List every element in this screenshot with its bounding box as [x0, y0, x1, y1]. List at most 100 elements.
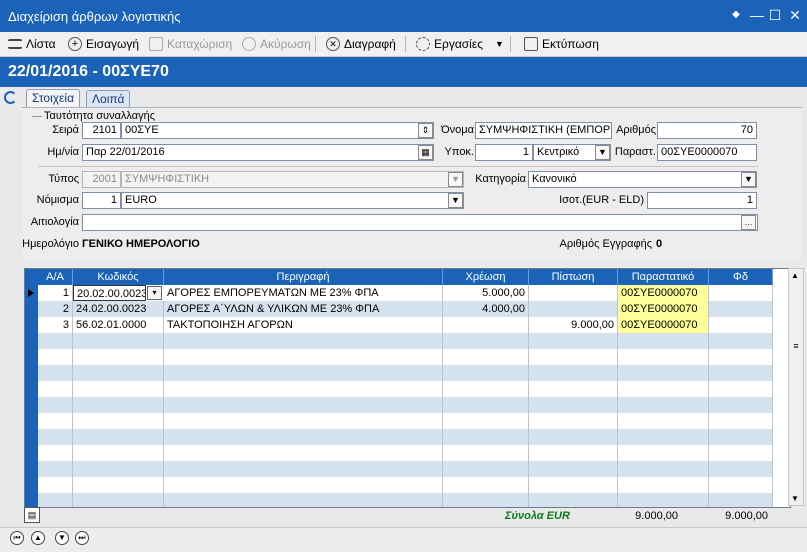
cell-code[interactable] [73, 477, 164, 493]
list-button[interactable]: Λίστα [8, 36, 56, 52]
cell-aa[interactable] [38, 413, 73, 429]
cell-aa[interactable] [38, 333, 73, 349]
cell-code[interactable] [73, 333, 164, 349]
cell-aa[interactable] [38, 365, 73, 381]
cell-code[interactable]: 20.02.00.0023 [73, 285, 146, 301]
series-code-field[interactable]: 2101 [82, 122, 121, 139]
cell-description[interactable] [164, 333, 443, 349]
pin-icon[interactable]: ◆ [727, 6, 745, 24]
cell-aa[interactable] [38, 429, 73, 445]
cell-description[interactable] [164, 477, 443, 493]
cell-aa[interactable] [38, 477, 73, 493]
cell-description[interactable] [164, 445, 443, 461]
print-button[interactable]: Εκτύπωση [524, 36, 599, 52]
cell-credit[interactable] [529, 365, 618, 381]
cell-code[interactable] [73, 397, 164, 413]
cell-description[interactable]: ΑΓΟΡΕΣ ΕΜΠΟΡΕΥΜΑΤΩΝ ΜΕ 23% ΦΠΑ [164, 285, 443, 301]
calendar-icon[interactable]: ▦ [418, 145, 433, 160]
cell-credit[interactable] [529, 429, 618, 445]
col-header-aa[interactable]: Α/Α [38, 269, 73, 285]
cell-description[interactable] [164, 413, 443, 429]
cell-code[interactable] [73, 365, 164, 381]
date-field[interactable]: Παρ 22/01/2016 [82, 144, 434, 161]
cell-code[interactable] [73, 381, 164, 397]
cell-voucher[interactable] [618, 365, 709, 381]
refresh-icon[interactable] [4, 91, 17, 104]
cell-voucher[interactable] [618, 461, 709, 477]
table-row[interactable] [38, 413, 773, 429]
cell-debit[interactable] [443, 317, 529, 333]
cell-code[interactable] [73, 461, 164, 477]
cell-fd[interactable] [709, 477, 773, 493]
cell-description[interactable]: ΑΓΟΡΕΣ Α΄ΥΛΩΝ & ΥΛΙΚΩΝ ΜΕ 23% ΦΠΑ [164, 301, 443, 317]
tab-other[interactable]: Λοιπά [86, 90, 131, 108]
cell-voucher[interactable]: 00ΣΥΕ0000070 [618, 301, 709, 317]
cell-aa[interactable] [38, 381, 73, 397]
cell-voucher[interactable] [618, 333, 709, 349]
col-header-credit[interactable]: Πίστωση [529, 269, 618, 285]
table-row[interactable] [38, 381, 773, 397]
cell-fd[interactable] [709, 333, 773, 349]
tab-details[interactable]: Στοιχεία [26, 89, 81, 108]
cell-aa[interactable]: 2 [38, 301, 73, 317]
vertical-scrollbar[interactable]: ▲ ≡ ▼ [788, 268, 804, 506]
next-record-icon[interactable]: ▼ [55, 531, 69, 545]
currency-field[interactable]: EURO [121, 192, 464, 209]
cell-fd[interactable] [709, 445, 773, 461]
cell-voucher[interactable] [618, 429, 709, 445]
cell-credit[interactable] [529, 493, 618, 507]
cell-voucher[interactable] [618, 477, 709, 493]
scroll-up-icon[interactable]: ▲ [791, 271, 799, 280]
cell-fd[interactable] [709, 429, 773, 445]
cell-voucher[interactable] [618, 381, 709, 397]
cell-credit[interactable] [529, 477, 618, 493]
col-header-code[interactable]: Κωδικός [73, 269, 164, 285]
cell-description[interactable] [164, 381, 443, 397]
cell-voucher[interactable] [618, 493, 709, 507]
col-header-description[interactable]: Περιγραφή [164, 269, 443, 285]
cell-description[interactable]: ΤΑΚΤΟΠΟΙΗΣΗ ΑΓΟΡΩΝ [164, 317, 443, 333]
cell-debit[interactable] [443, 461, 529, 477]
cell-fd[interactable] [709, 349, 773, 365]
save-button[interactable]: Καταχώριση [149, 36, 232, 52]
cell-debit[interactable] [443, 477, 529, 493]
more-icon[interactable]: … [741, 215, 756, 230]
cell-code[interactable] [73, 429, 164, 445]
cell-credit[interactable]: 9.000,00 [529, 317, 618, 333]
cell-description[interactable] [164, 365, 443, 381]
cell-debit[interactable] [443, 349, 529, 365]
cell-voucher[interactable] [618, 413, 709, 429]
cell-code[interactable] [73, 349, 164, 365]
cell-credit[interactable] [529, 461, 618, 477]
cell-credit[interactable] [529, 413, 618, 429]
cell-description[interactable] [164, 493, 443, 507]
cell-description[interactable] [164, 397, 443, 413]
col-header-debit[interactable]: Χρέωση [443, 269, 529, 285]
chevron-down-icon[interactable]: ▼ [741, 172, 756, 187]
table-row[interactable] [38, 429, 773, 445]
cell-debit[interactable]: 5.000,00 [443, 285, 529, 301]
voucher-field[interactable]: 00ΣΥΕ0000070 [657, 144, 757, 161]
cell-debit[interactable] [443, 397, 529, 413]
cancel-button[interactable]: Ακύρωση [242, 36, 311, 52]
spin-icon[interactable]: ⇕ [418, 123, 433, 138]
name-field[interactable]: ΣΥΜΨΗΦΙΣΤΙΚΗ (ΕΜΠΟΡΙ [475, 122, 612, 139]
cell-aa[interactable] [38, 349, 73, 365]
cell-fd[interactable] [709, 397, 773, 413]
table-row[interactable] [38, 477, 773, 493]
previous-record-icon[interactable]: ▲ [31, 531, 45, 545]
cell-credit[interactable] [529, 397, 618, 413]
cell-code[interactable]: 56.02.01.0000 [73, 317, 164, 333]
scroll-thumb[interactable]: ≡ [791, 341, 801, 355]
category-field[interactable]: Κανονικό [528, 171, 757, 188]
cell-debit[interactable] [443, 429, 529, 445]
reason-field[interactable] [82, 214, 758, 231]
cell-debit[interactable] [443, 381, 529, 397]
cell-debit[interactable]: 4.000,00 [443, 301, 529, 317]
report-icon[interactable]: ▤ [24, 507, 40, 523]
cell-debit[interactable] [443, 365, 529, 381]
cell-aa[interactable] [38, 461, 73, 477]
cell-fd[interactable] [709, 317, 773, 333]
cell-aa[interactable]: 1 [38, 285, 73, 301]
table-row[interactable] [38, 365, 773, 381]
